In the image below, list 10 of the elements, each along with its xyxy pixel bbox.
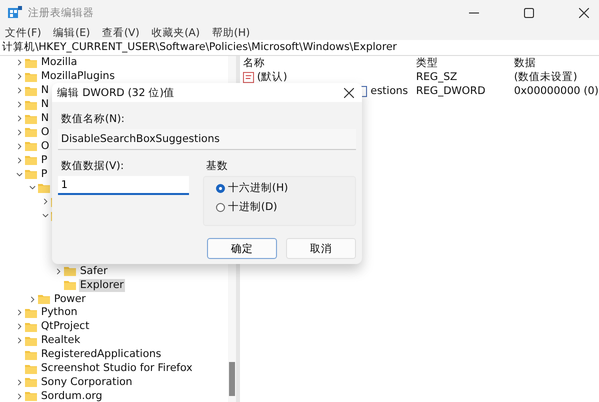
- value-data: (数值未设置): [514, 70, 578, 84]
- field-label: 数值名称(N):: [60, 112, 126, 126]
- field-label: 数值数据(V):: [60, 159, 125, 173]
- value-type: REG_DWORD: [416, 85, 486, 97]
- window-title: 注册表编辑器: [28, 6, 94, 20]
- group-label: 基数: [205, 159, 229, 173]
- value-data: 0x00000000 (0): [514, 85, 599, 97]
- value-type: REG_SZ: [416, 71, 458, 83]
- dialog-title: 编辑 DWORD (32 位)值: [57, 86, 175, 100]
- name-field: DisableSearchBoxSuggestions: [58, 129, 356, 150]
